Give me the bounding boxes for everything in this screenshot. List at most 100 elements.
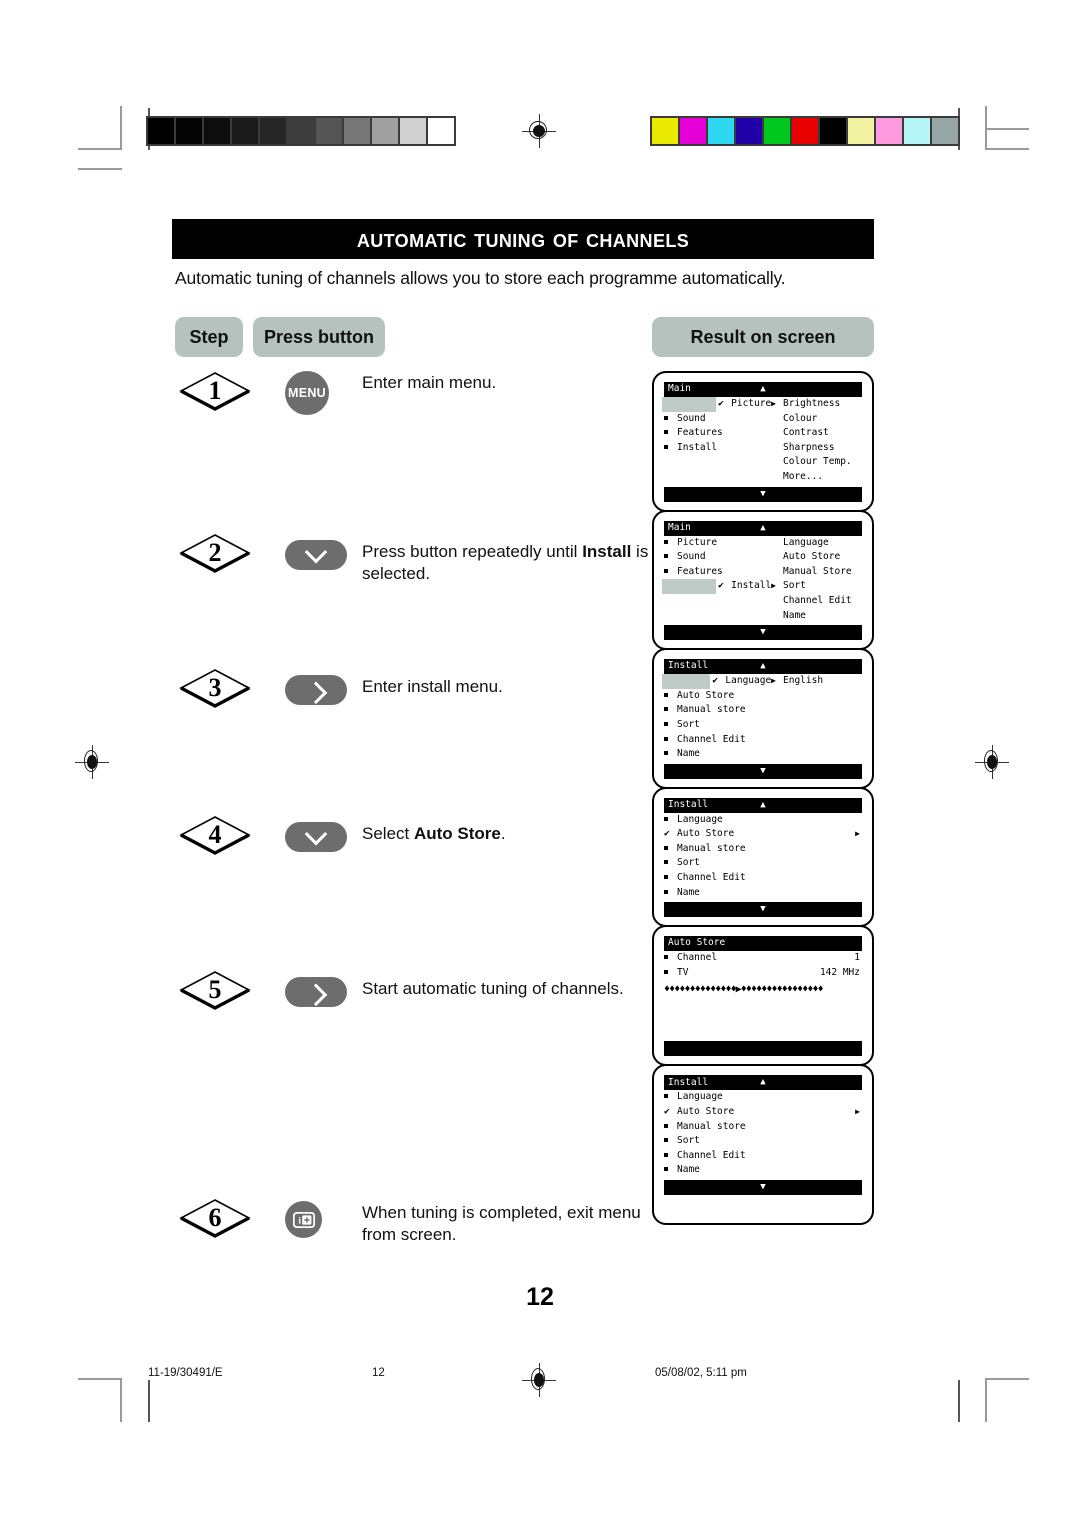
scroll-up-icon[interactable]: ▲ [760,800,765,810]
registration-mark-top [522,114,556,148]
osd-menu-item[interactable]: ✔ Install ▶ [662,579,782,594]
osd-submenu-item[interactable]: Contrast [782,426,862,441]
osd-menu-item[interactable]: Features [664,426,782,441]
osd-submenu-item-label: Name [783,609,806,621]
bullet-icon [664,536,677,551]
osd-left-column: Language ✔ Auto Store ▶ Manual store Sort Chan… [664,813,862,901]
exit-menu-glyph: i [292,1211,315,1228]
osd-submenu-item[interactable]: More... [782,470,862,485]
osd-submenu-item[interactable]: Channel Edit [782,594,862,609]
step-number-badge: 4 [178,815,252,855]
step-description-text: Select [362,824,414,843]
footer-job-code: 11-19/30491/E [148,1367,223,1379]
osd-menu-item[interactable]: Channel Edit [664,733,782,748]
bullet-icon [664,1149,677,1164]
bullet-icon [664,703,677,718]
colour-patch [848,118,874,144]
osd-submenu-item[interactable]: Colour Temp. [782,455,862,470]
scroll-up-icon[interactable]: ▲ [760,523,765,533]
osd-title-bar: Auto Store [664,936,862,952]
osd-menu-item[interactable]: Install [664,441,782,456]
osd-menu-item[interactable]: Manual store [664,1120,862,1135]
osd-menu-item[interactable]: Name [664,747,782,762]
scroll-down-icon[interactable]: ▼ [760,487,765,502]
osd-menu-item[interactable]: Manual store [664,703,782,718]
step-number-badge: 1 [178,371,252,411]
osd-menu-item-label: Language [725,675,772,687]
tv-osd-screen: Main ▲ ✔ Picture ▶ Sound Features Install Bright… [652,371,874,512]
trim-mark-tr2-h [985,128,1029,130]
osd-submenu-item[interactable]: English [782,674,862,689]
osd-submenu-item[interactable]: Sort [782,579,862,594]
osd-submenu-item[interactable]: Language [782,536,862,551]
osd-menu-item[interactable]: Channel Edit [664,1149,862,1164]
menu-button[interactable]: MENU [285,371,329,415]
osd-status-row: TV 142 MHz [664,966,862,981]
osd-submenu-item[interactable]: Sharpness [782,441,862,456]
osd-submenu-item-label: Colour [783,412,818,424]
osd-menu-item[interactable]: Name [664,1163,862,1178]
colour-patch [932,118,958,144]
osd-menu-item[interactable]: Name [664,886,862,901]
osd-submenu-item[interactable]: Brightness [782,397,862,412]
greyscale-patch [204,118,230,144]
tv-osd-screen: Install ▲ ✔ Language ▶ Auto Store Manual store… [652,648,874,789]
greyscale-patch [148,118,174,144]
registration-mark-bottom [522,1363,556,1397]
column-header-step: Step [175,317,243,357]
osd-menu-item[interactable]: ✔ Picture ▶ [662,397,782,412]
column-header-result-on-screen: Result on screen [652,317,874,357]
scroll-up-icon[interactable]: ▲ [760,662,765,671]
osd-menu-item[interactable]: Picture [664,536,782,551]
osd-menu-item[interactable]: Sort [664,856,862,871]
scroll-down-icon[interactable]: ▼ [760,625,765,640]
osd-menu-item[interactable]: ✔ Auto Store ▶ [664,1105,862,1120]
osd-menu-item-label: Sort [677,718,700,730]
osd-status-value: 1 [854,952,860,964]
osd-menu-item[interactable]: ✔ Auto Store ▶ [664,827,862,842]
osd-menu-item[interactable]: Language [664,813,862,828]
scroll-up-icon[interactable]: ▲ [760,1078,765,1087]
osd-menu-item-label: Manual store [677,1120,746,1132]
scroll-down-icon[interactable]: ▼ [760,1180,765,1195]
submenu-arrow-icon: ▶ [855,1107,860,1117]
osd-menu-item-label: Manual store [677,704,746,716]
osd-menu-item[interactable]: ✔ Language ▶ [662,674,782,689]
scroll-down-icon[interactable]: ▼ [760,764,765,779]
scroll-down-icon[interactable]: ▼ [760,902,765,917]
chevron-down-icon[interactable] [285,540,347,570]
step-description-text: When tuning is completed, exit menu from… [362,1203,641,1245]
check-icon: ✔ [664,1106,670,1118]
exit-menu-icon[interactable]: i [285,1201,322,1238]
osd-menu-item[interactable]: Manual store [664,842,862,857]
osd-menu-item[interactable]: Sound [664,550,782,565]
osd-menu-item[interactable]: Sort [664,1134,862,1149]
osd-menu-item[interactable]: Sort [664,718,782,733]
osd-menu-item-label: Language [677,1091,723,1103]
osd-menu-item[interactable]: Language [664,1090,862,1105]
osd-left-column: ✔ Picture ▶ Sound Features Install [662,397,782,485]
tuning-progress-bar: ♦♦♦♦♦♦♦♦♦♦♦♦♦♦▶♦♦♦♦♦♦♦♦♦♦♦♦♦♦♦♦ [664,984,824,996]
osd-submenu-item[interactable]: Colour [782,412,862,427]
tv-osd-screen: Auto Store Channel 1 TV 142 MHz ♦♦♦♦♦♦♦♦♦♦♦♦♦… [652,925,874,1067]
osd-menu-item[interactable]: Sound [664,412,782,427]
chevron-right-icon[interactable] [285,675,347,705]
chevron-right-icon[interactable] [285,977,347,1007]
osd-submenu-item[interactable]: Auto Store [782,550,862,565]
osd-menu-item-label: Sound [677,551,706,563]
trim-mark-br-edge [958,1380,960,1422]
osd-menu-item[interactable]: Auto Store [664,689,782,704]
osd-menu-item-label: Install [677,441,718,453]
osd-menu-item[interactable]: Features [664,565,782,580]
step-description-text: Enter install menu. [362,677,503,696]
step-description-text: Press button repeatedly until [362,542,583,561]
osd-container: Install ▲ Language ✔ Auto Store ▶ Manual store… [664,1075,862,1195]
scroll-up-icon[interactable]: ▲ [760,385,765,394]
bullet-icon [664,813,677,828]
chevron-down-icon[interactable] [285,822,347,852]
osd-menu-body: Language ✔ Auto Store ▶ Manual store Sort Chan… [664,813,862,901]
osd-menu-item[interactable]: Channel Edit [664,871,862,886]
osd-submenu-item[interactable]: Name [782,609,862,624]
osd-right-column: Brightness Colour Contrast Sharpness Colour … [782,397,862,485]
osd-submenu-item[interactable]: Manual Store [782,565,862,580]
